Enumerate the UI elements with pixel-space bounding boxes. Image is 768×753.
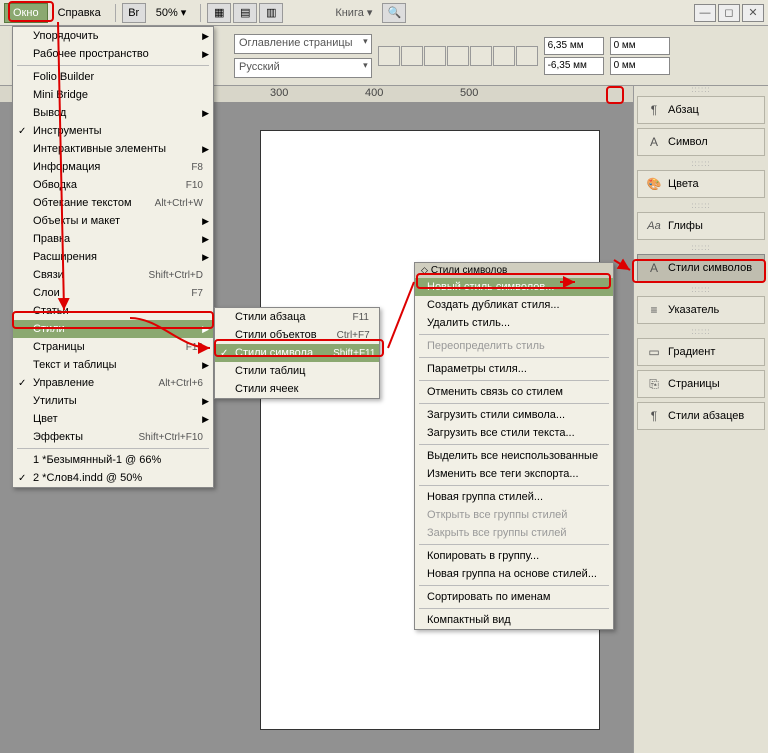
menu-effekty[interactable]: ЭффектыShift+Ctrl+F10 (13, 428, 213, 446)
align-center-icon[interactable] (401, 46, 423, 66)
gradient-icon: ▭ (646, 345, 662, 359)
panel-stili-abzacev[interactable]: ¶Стили абзацев (637, 402, 765, 430)
panel-glify[interactable]: AaГлифы (637, 212, 765, 240)
menu-okno[interactable]: Окно (4, 3, 48, 23)
margin-top-field[interactable] (544, 37, 604, 55)
flyout-new-group[interactable]: Новая группа стилей... (415, 488, 613, 506)
panel-ukazatel[interactable]: ≡Указатель (637, 296, 765, 324)
align-group (378, 46, 538, 66)
flyout-load-all[interactable]: Загрузить все стили текста... (415, 424, 613, 442)
menu-tekst[interactable]: Текст и таблицы▶ (13, 356, 213, 374)
language-dropdown[interactable]: Русский (234, 58, 372, 78)
panel-simvol[interactable]: AСимвол (637, 128, 765, 156)
menu-sloi[interactable]: СлоиF7 (13, 284, 213, 302)
toolbar-btn-3[interactable]: ▥ (259, 3, 283, 23)
submenu-abzaca[interactable]: Стили абзацаF11 (215, 308, 379, 326)
toolbar-btn-1[interactable]: ▦ (207, 3, 231, 23)
toolbar-btn-2[interactable]: ▤ (233, 3, 257, 23)
align-right-icon[interactable] (424, 46, 446, 66)
flyout-title: Стили символов (415, 263, 613, 278)
menu-pravka[interactable]: Правка▶ (13, 230, 213, 248)
menu-rasshir[interactable]: Расширения▶ (13, 248, 213, 266)
flyout-select-unused[interactable]: Выделить все неиспользованные (415, 447, 613, 465)
panel-gradient[interactable]: ▭Градиент (637, 338, 765, 366)
flyout-duplicate[interactable]: Создать дубликат стиля... (415, 296, 613, 314)
char-styles-icon: A (646, 261, 662, 275)
flyout-options[interactable]: Параметры стиля... (415, 360, 613, 378)
submenu-yacheek[interactable]: Стили ячеек (215, 380, 379, 398)
panel-abzac[interactable]: ¶Абзац (637, 96, 765, 124)
flyout-compact[interactable]: Компактный вид (415, 611, 613, 629)
maximize-icon[interactable]: ◻ (718, 4, 740, 22)
flyout-close-groups: Закрыть все группы стилей (415, 524, 613, 542)
margin-bottom-field[interactable] (544, 57, 604, 75)
menu-stili[interactable]: Стили▶ (13, 320, 213, 338)
align-6-icon[interactable] (493, 46, 515, 66)
flyout-sort[interactable]: Сортировать по именам (415, 588, 613, 606)
menu-uporyadochit[interactable]: Упорядочить▶ (13, 27, 213, 45)
panel-stranicy[interactable]: ⎘Страницы (637, 370, 765, 398)
submenu-simvola[interactable]: ✓Стили символаShift+F11 (215, 344, 379, 362)
menu-obvodka[interactable]: ОбводкаF10 (13, 176, 213, 194)
panel-cveta[interactable]: 🎨Цвета (637, 170, 765, 198)
pages-icon: ⎘ (646, 377, 662, 391)
flyout-copy-group[interactable]: Копировать в группу... (415, 547, 613, 565)
flyout-redefine: Переопределить стиль (415, 337, 613, 355)
zoom-level[interactable]: 50% ▾ (148, 3, 195, 22)
menu-info[interactable]: ИнформацияF8 (13, 158, 213, 176)
menu-instrumenty[interactable]: ✓Инструменты (13, 122, 213, 140)
margin-right-field[interactable] (610, 57, 670, 75)
menu-utility[interactable]: Утилиты▶ (13, 392, 213, 410)
window-menu: Упорядочить▶ Рабочее пространство▶ Folio… (12, 26, 214, 488)
paragraph-icon: ¶ (646, 103, 662, 117)
panel-stili-simvolov[interactable]: AСтили символов (637, 254, 765, 282)
menu-stati[interactable]: Статьи (13, 302, 213, 320)
character-icon: A (646, 135, 662, 149)
flyout-break-link[interactable]: Отменить связь со стилем (415, 383, 613, 401)
menu-vyvod[interactable]: Вывод▶ (13, 104, 213, 122)
align-left-icon[interactable] (378, 46, 400, 66)
glyphs-icon: Aa (646, 219, 662, 233)
minimize-icon[interactable]: — (694, 4, 716, 22)
flyout-delete[interactable]: Удалить стиль... (415, 314, 613, 332)
flyout-edit-tags[interactable]: Изменить все теги экспорта... (415, 465, 613, 483)
menu-rabochee[interactable]: Рабочее пространство▶ (13, 45, 213, 63)
stili-submenu: Стили абзацаF11 Стили объектовCtrl+F7 ✓С… (214, 307, 380, 399)
search-icon[interactable]: 🔍 (382, 3, 406, 23)
colors-icon: 🎨 (646, 177, 662, 191)
flyout-group-from[interactable]: Новая группа на основе стилей... (415, 565, 613, 583)
align-justify-icon[interactable] (447, 46, 469, 66)
para-styles-icon: ¶ (646, 409, 662, 423)
flyout-open-groups: Открыть все группы стилей (415, 506, 613, 524)
menu-upravlenie[interactable]: ✓УправлениеAlt+Ctrl+6 (13, 374, 213, 392)
menu-svyazi[interactable]: СвязиShift+Ctrl+D (13, 266, 213, 284)
menu-interakt[interactable]: Интерактивные элементы▶ (13, 140, 213, 158)
align-7-icon[interactable] (516, 46, 538, 66)
index-icon: ≡ (646, 303, 662, 317)
char-styles-flyout: Стили символов Новый стиль символов... С… (414, 262, 614, 630)
menu-objekty[interactable]: Объекты и макет▶ (13, 212, 213, 230)
menu-spravka[interactable]: Справка (50, 4, 109, 22)
toc-dropdown[interactable]: Оглавление страницы (234, 34, 372, 54)
menubar: Окно Справка Br 50% ▾ ▦ ▤ ▥ Книга ▾ 🔍 — … (0, 0, 768, 26)
bridge-button[interactable]: Br (122, 3, 146, 23)
margin-left-field[interactable] (610, 37, 670, 55)
workspace-switcher[interactable]: Книга ▾ (327, 3, 380, 22)
flyout-load-char[interactable]: Загрузить стили символа... (415, 406, 613, 424)
menu-doc1[interactable]: 1 *Безымянный-1 @ 66% (13, 451, 213, 469)
align-5-icon[interactable] (470, 46, 492, 66)
menu-folio[interactable]: Folio Builder (13, 68, 213, 86)
menu-obtekanie[interactable]: Обтекание текстомAlt+Ctrl+W (13, 194, 213, 212)
menu-minibridge[interactable]: Mini Bridge (13, 86, 213, 104)
panel-dock: :::::: ¶Абзац AСимвол :::::: 🎨Цвета ::::… (633, 86, 768, 753)
menu-stranicy[interactable]: СтраницыF12 (13, 338, 213, 356)
submenu-tablic[interactable]: Стили таблиц (215, 362, 379, 380)
flyout-new-style[interactable]: Новый стиль символов... (415, 278, 613, 296)
menu-cvet[interactable]: Цвет▶ (13, 410, 213, 428)
submenu-objektov[interactable]: Стили объектовCtrl+F7 (215, 326, 379, 344)
close-icon[interactable]: ✕ (742, 4, 764, 22)
menu-doc2[interactable]: ✓2 *Слов4.indd @ 50% (13, 469, 213, 487)
